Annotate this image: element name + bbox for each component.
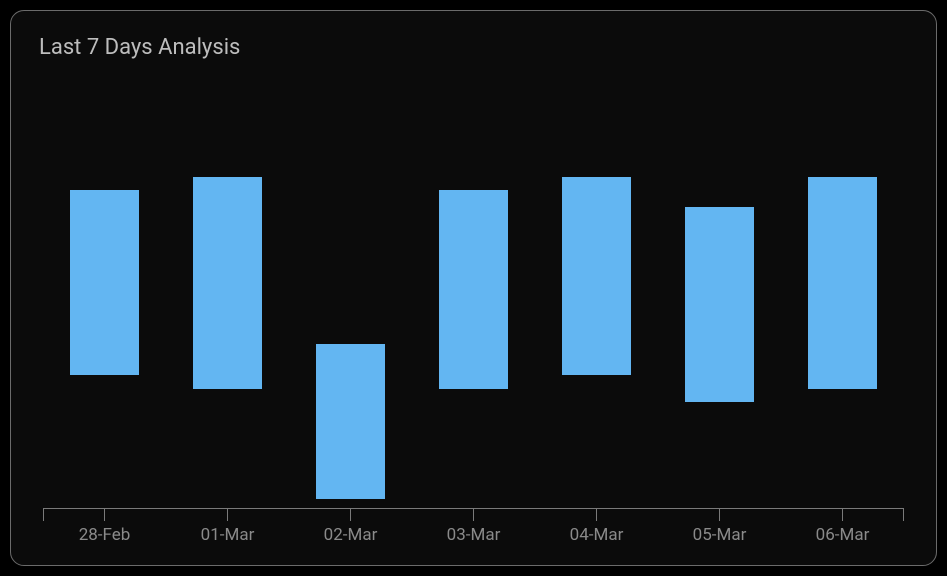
bar-slot <box>781 66 904 508</box>
bar-slot <box>535 66 658 508</box>
bar <box>808 177 877 389</box>
tick-slot: 04-Mar <box>535 509 658 545</box>
bar-slot <box>412 66 535 508</box>
chart-title: Last 7 Days Analysis <box>39 35 908 60</box>
bars-region <box>39 66 908 508</box>
bar <box>685 207 754 401</box>
x-tick-label: 01-Mar <box>201 525 255 545</box>
bar-slot <box>289 66 412 508</box>
tick-slot: 02-Mar <box>289 509 412 545</box>
bar <box>316 344 385 499</box>
bar <box>70 190 139 376</box>
x-axis-ticks: 28-Feb 01-Mar 02-Mar 03-Mar 04-Mar 05-Ma… <box>39 509 908 545</box>
tick-slot: 01-Mar <box>166 509 289 545</box>
x-tick-label: 02-Mar <box>324 525 378 545</box>
plot-area: 28-Feb 01-Mar 02-Mar 03-Mar 04-Mar 05-Ma… <box>39 66 908 545</box>
tick-slot: 05-Mar <box>658 509 781 545</box>
x-tick-label: 06-Mar <box>816 525 870 545</box>
x-tick-label: 04-Mar <box>570 525 624 545</box>
bar <box>439 190 508 389</box>
axis-tick-mark <box>473 509 474 521</box>
x-tick-label: 28-Feb <box>79 525 131 545</box>
bar-slot <box>166 66 289 508</box>
axis-tick-mark <box>227 509 228 521</box>
axis-tick-mark <box>350 509 351 521</box>
axis-tick-mark <box>842 509 843 521</box>
axis-tick-mark <box>719 509 720 521</box>
bar <box>193 177 262 389</box>
chart-card: Last 7 Days Analysis <box>10 10 937 566</box>
axis-tick-mark <box>104 509 105 521</box>
bar-slot <box>658 66 781 508</box>
x-tick-label: 05-Mar <box>693 525 747 545</box>
axis-tick-mark <box>596 509 597 521</box>
tick-slot: 06-Mar <box>781 509 904 545</box>
tick-slot: 03-Mar <box>412 509 535 545</box>
x-tick-label: 03-Mar <box>447 525 501 545</box>
bar <box>562 177 631 376</box>
tick-slot: 28-Feb <box>43 509 166 545</box>
bar-slot <box>43 66 166 508</box>
